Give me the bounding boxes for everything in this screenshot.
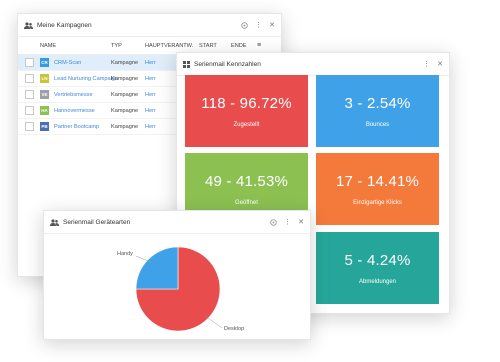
kennzahlen-header: Serienmail Kennzahlen ⋮ ✕ xyxy=(177,53,449,76)
kpi-value: 3 - 2.54% xyxy=(344,94,411,112)
kpi-label: Zugestellt xyxy=(233,121,260,128)
kampagnen-header: Meine Kampagnen ⋮ ✕ xyxy=(18,14,281,37)
col-start[interactable]: START xyxy=(199,43,231,49)
kampagnen-title: Meine Kampagnen xyxy=(37,21,92,29)
close-icon[interactable]: ✕ xyxy=(437,60,443,68)
kpi-value: 49 - 41.53% xyxy=(204,172,289,190)
pie-label-desktop: Desktop xyxy=(224,326,244,332)
kpi-value: 5 - 4.24% xyxy=(344,251,411,269)
row-checkbox[interactable] xyxy=(24,106,34,115)
settings-icon[interactable] xyxy=(270,218,277,226)
users-icon xyxy=(50,218,59,226)
pie-leader-line xyxy=(204,315,223,329)
campaign-badge: HA xyxy=(40,106,49,115)
close-icon[interactable]: ✕ xyxy=(298,218,304,226)
col-ende[interactable]: ENDE xyxy=(231,43,253,49)
campaign-badge: VE xyxy=(40,90,49,99)
col-name[interactable]: NAME xyxy=(40,43,111,49)
campaign-badge: CR xyxy=(40,58,49,67)
campaign-name-link[interactable]: Vertriebsmesse xyxy=(54,92,93,98)
settings-icon[interactable] xyxy=(241,21,248,29)
campaign-name-link[interactable]: Hannovermesse xyxy=(54,108,95,114)
users-icon xyxy=(24,21,33,29)
pie-slice-handy[interactable] xyxy=(135,246,179,290)
campaign-name-link[interactable]: CRM-Scan xyxy=(54,60,81,66)
kpi-label: Geöffnet xyxy=(235,199,258,206)
kpi-label: Einzigartige Klicks xyxy=(353,199,402,206)
campaign-type: Kampagne xyxy=(111,75,139,82)
more-menu-icon[interactable]: ⋮ xyxy=(255,21,262,29)
row-checkbox[interactable] xyxy=(24,122,34,131)
pie-label-handy: Handy xyxy=(117,251,133,257)
device-pie-chart: Desktop Handy xyxy=(117,246,244,332)
row-checkbox[interactable] xyxy=(24,74,34,83)
col-typ[interactable]: TYP xyxy=(111,43,145,49)
more-menu-icon[interactable]: ⋮ xyxy=(284,218,291,226)
campaign-badge: PB xyxy=(40,122,49,131)
geraetearten-panel: Serienmail Gerätearten ⋮ ✕ Desktop Handy xyxy=(43,210,311,340)
kpi-tile-klicks[interactable]: 17 - 14.41% Einzigartige Klicks xyxy=(316,153,439,225)
campaign-name-link[interactable]: Lead Nurturing Campaign xyxy=(54,76,118,82)
campaign-type: Kampagne xyxy=(111,123,139,130)
more-menu-icon[interactable]: ⋮ xyxy=(423,60,430,68)
campaign-name-link[interactable]: Partner Bootcamp xyxy=(54,124,99,130)
kpi-label: Abmeldungen xyxy=(358,278,397,285)
kennzahlen-title: Serienmail Kennzahlen xyxy=(194,60,261,68)
geraetearten-title: Serienmail Gerätearten xyxy=(63,218,131,226)
col-hauptverantw[interactable]: HAUPTVERANTW. xyxy=(145,43,199,49)
geraetearten-header: Serienmail Gerätearten ⋮ ✕ xyxy=(44,211,310,234)
kpi-value: 118 - 96.72% xyxy=(201,94,292,112)
kpi-label: Bounces xyxy=(365,121,390,128)
kpi-value: 17 - 14.41% xyxy=(335,172,420,190)
column-menu-icon[interactable]: ≡ xyxy=(253,42,265,49)
kpi-tile-zugestellt[interactable]: 118 - 96.72% Zugestellt xyxy=(185,75,308,147)
row-checkbox[interactable] xyxy=(24,90,34,99)
close-icon[interactable]: ✕ xyxy=(269,21,275,29)
campaign-badge: LN xyxy=(40,74,49,83)
campaign-type: Kampagne xyxy=(111,91,139,98)
campaign-type: Kampagne xyxy=(111,107,139,114)
kpi-tile-bounces[interactable]: 3 - 2.54% Bounces xyxy=(316,75,439,147)
campaign-type: Kampagne xyxy=(111,59,139,66)
row-checkbox[interactable] xyxy=(24,58,34,67)
kpi-tile-abmeldungen[interactable]: 5 - 4.24% Abmeldungen xyxy=(316,232,439,304)
dashboard-icon xyxy=(183,60,190,68)
